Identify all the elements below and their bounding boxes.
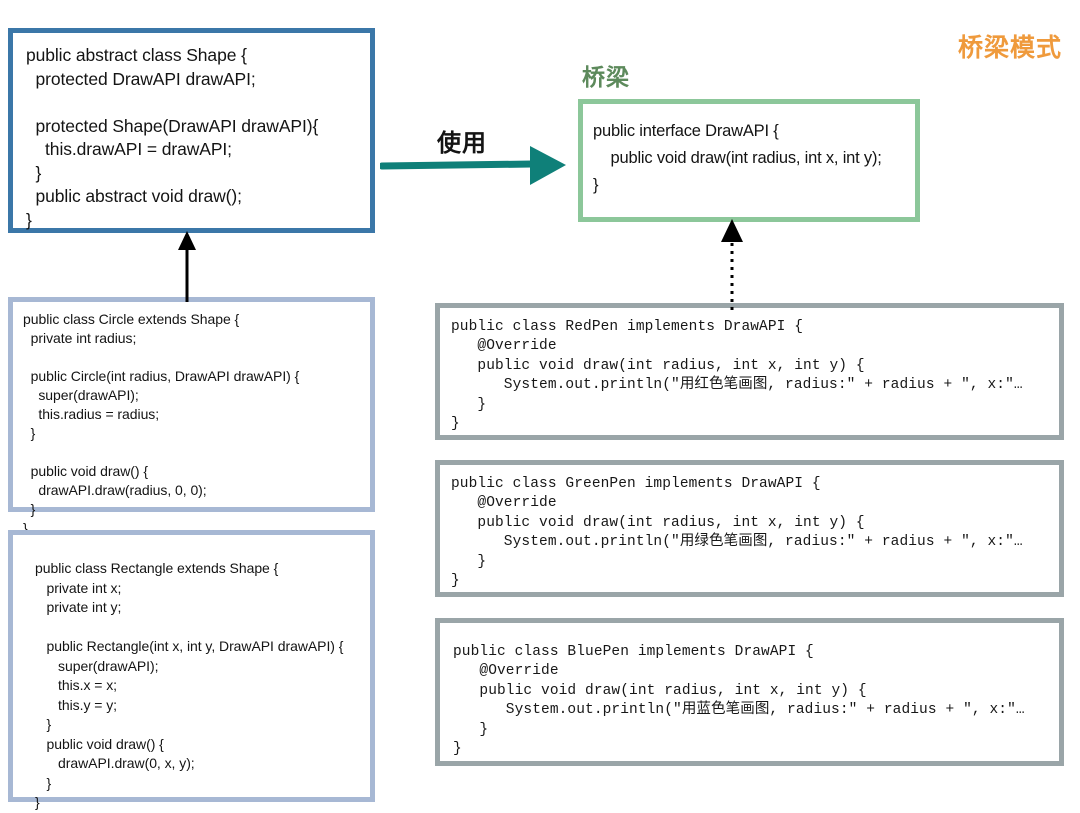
bluepen-class-box: public class BluePen implements DrawAPI … [435,618,1064,766]
implements-arrow [721,219,743,310]
drawapi-interface-code: public interface DrawAPI { public void d… [593,122,882,194]
extends-arrow-head [178,231,196,250]
drawapi-interface-box: public interface DrawAPI { public void d… [578,99,920,222]
circle-class-code: public class Circle extends Shape { priv… [23,311,300,536]
shape-class-box: public abstract class Shape { protected … [8,28,375,233]
diagram-canvas: 桥梁模式 桥梁 使用 public abstract class Shape {… [0,0,1080,810]
extends-arrow [178,231,196,302]
implements-arrow-head [721,219,743,242]
page-title: 桥梁模式 [957,34,1062,62]
redpen-class-code: public class RedPen implements DrawAPI {… [451,319,1023,433]
circle-class-box: public class Circle extends Shape { priv… [8,297,375,536]
uses-arrow [380,146,566,185]
greenpen-class-code: public class GreenPen implements DrawAPI… [451,476,1023,590]
redpen-class-box: public class RedPen implements DrawAPI {… [435,303,1064,440]
uses-arrow-head [530,146,566,185]
uses-arrow-line [380,160,536,170]
bluepen-class-code: public class BluePen implements DrawAPI … [453,644,1025,758]
bridge-label: 桥梁 [582,64,630,90]
rectangle-class-code: public class Rectangle extends Shape { p… [35,560,344,810]
shape-class-code: public abstract class Shape { protected … [26,45,319,230]
rectangle-class-box: public class Rectangle extends Shape { p… [8,530,375,810]
greenpen-class-box: public class GreenPen implements DrawAPI… [435,460,1064,597]
